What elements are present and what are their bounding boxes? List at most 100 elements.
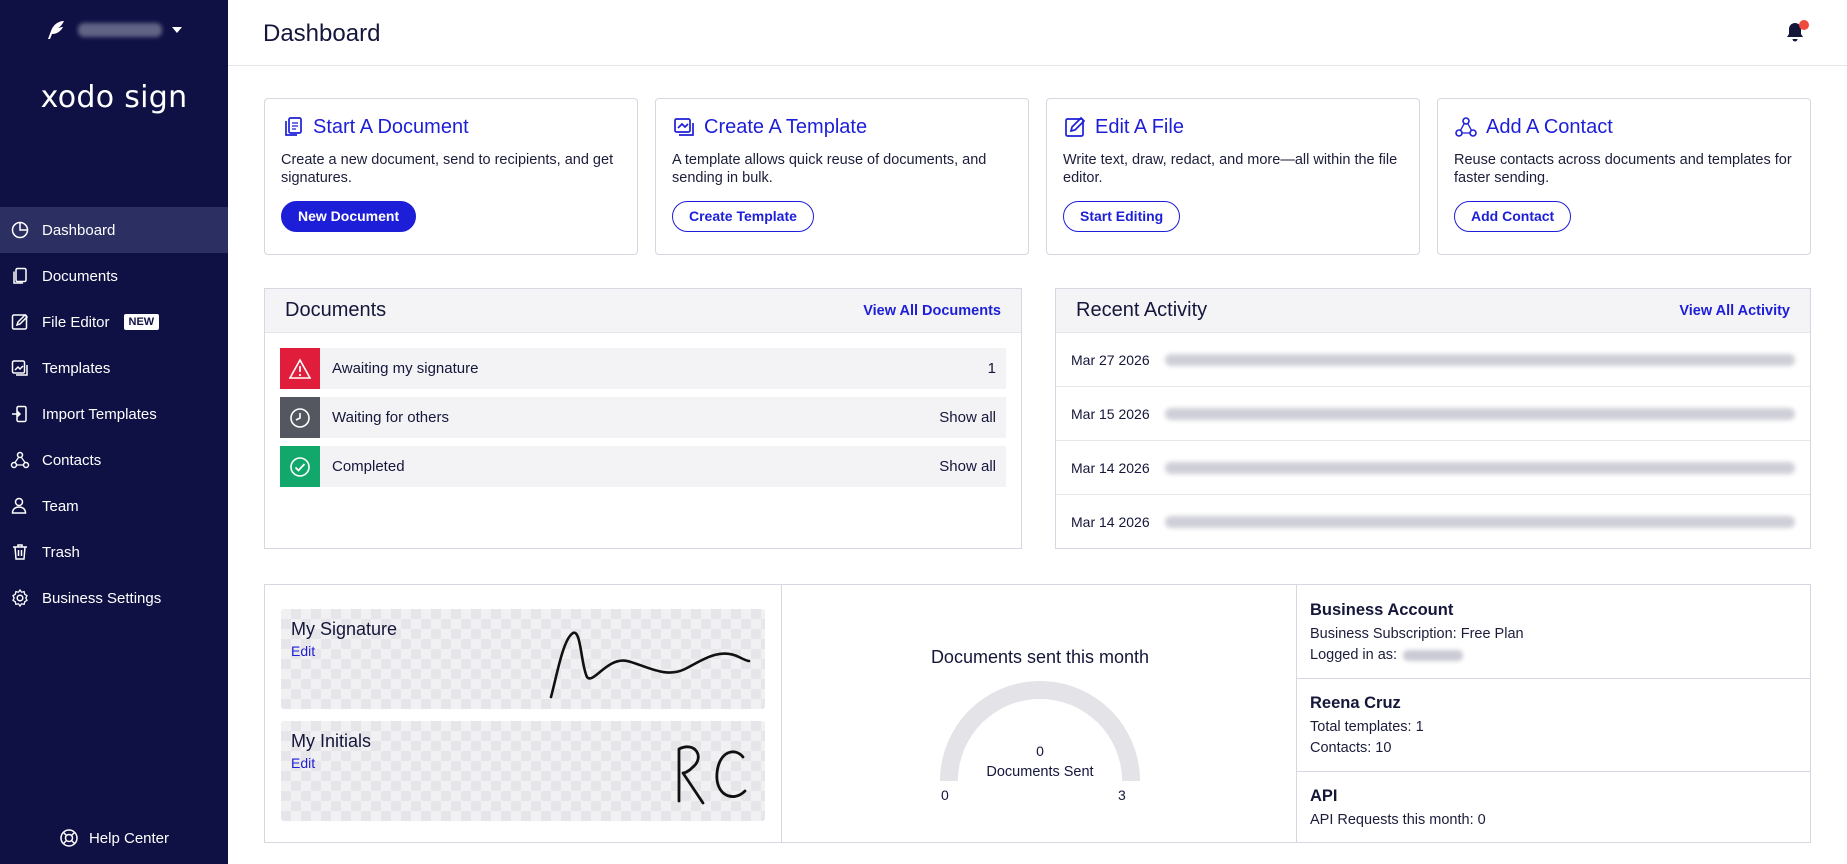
card-title: Start A Document: [313, 115, 469, 138]
check-circle-icon: [280, 446, 320, 487]
card-description: Reuse contacts across documents and temp…: [1454, 152, 1792, 186]
sidebar-item-label: Documents: [42, 267, 118, 285]
my-initials-box: My Initials Edit: [281, 721, 765, 821]
activity-row[interactable]: Mar 15 2026: [1056, 387, 1810, 441]
api-requests: API Requests this month: 0: [1310, 812, 1486, 828]
card-description: Write text, draw, redact, and more—all w…: [1063, 152, 1398, 186]
edit-file-icon: [11, 313, 29, 330]
section-divider: [1297, 678, 1811, 679]
api-section: API API Requests this month: 0: [1297, 787, 1811, 831]
api-title: API: [1310, 787, 1338, 805]
my-signature-box: My Signature Edit: [281, 609, 765, 709]
panel-title: Recent Activity: [1076, 299, 1208, 321]
gauge-label: Documents Sent: [986, 764, 1094, 780]
documents-row-waiting[interactable]: Waiting for others Show all: [280, 397, 1006, 438]
contacts-count: Contacts: 10: [1310, 740, 1392, 756]
signature-image: [549, 631, 751, 699]
activity-date: Mar 14 2026: [1071, 459, 1150, 476]
create-template-button[interactable]: Create Template: [672, 201, 814, 232]
start-editing-button[interactable]: Start Editing: [1063, 201, 1181, 232]
view-all-documents-link[interactable]: View All Documents: [863, 303, 1001, 319]
warning-icon: [280, 348, 320, 389]
sidebar-item-label: Templates: [42, 359, 111, 377]
lifebuoy-icon: [60, 829, 78, 847]
activity-description-redacted: [1165, 516, 1795, 528]
logged-in-label: Logged in as:: [1310, 647, 1398, 663]
sidebar-item-team[interactable]: Team: [0, 483, 228, 529]
activity-row[interactable]: Mar 27 2026: [1056, 333, 1810, 387]
sidebar-item-label: File Editor: [42, 313, 110, 331]
edit-file-card: Edit A File Write text, draw, redact, an…: [1046, 98, 1420, 255]
new-document-button[interactable]: New Document: [281, 201, 417, 232]
clock-icon: [280, 397, 320, 438]
contacts-icon: [10, 451, 30, 469]
logged-in-line: Logged in as:: [1310, 645, 1798, 666]
edit-initials-link[interactable]: Edit: [291, 755, 315, 771]
initials-title: My Initials: [291, 731, 372, 751]
business-account-title: Business Account: [1310, 601, 1454, 619]
sidebar-nav: Dashboard Documents File Editor NEW Temp…: [0, 207, 228, 621]
contacts-icon: [1455, 117, 1477, 137]
sidebar-item-label: Business Settings: [42, 589, 162, 607]
row-label: Waiting for others: [332, 409, 449, 426]
page-title: Dashboard: [263, 20, 381, 47]
user-section: Reena Cruz Total templates: 1 Contacts: …: [1297, 694, 1811, 759]
chevron-down-icon[interactable]: [172, 27, 182, 33]
trash-icon: [13, 544, 27, 560]
gauge-max-label: 3: [1118, 787, 1126, 803]
section-divider: [1297, 771, 1811, 772]
feather-icon: [48, 21, 64, 39]
activity-date: Mar 15 2026: [1071, 405, 1150, 422]
sidebar-item-dashboard[interactable]: Dashboard: [0, 207, 228, 253]
activity-description-redacted: [1165, 407, 1795, 420]
view-all-activity-link[interactable]: View All Activity: [1679, 303, 1790, 319]
activity-date: Mar 14 2026: [1071, 514, 1150, 530]
documents-row-completed[interactable]: Completed Show all: [280, 446, 1006, 487]
show-all-link[interactable]: Show all: [939, 409, 996, 426]
sidebar-item-label: Team: [42, 497, 79, 515]
activity-row[interactable]: Mar 14 2026: [1056, 441, 1810, 495]
brand-logo: xodo sign: [40, 80, 188, 115]
documents-icon: [285, 117, 302, 136]
start-document-card: Start A Document Create a new document, …: [264, 98, 638, 255]
templates-count: Total templates: 1: [1310, 719, 1424, 735]
documents-icon: [13, 267, 27, 284]
notification-dot: [1799, 20, 1809, 30]
import-icon: [12, 405, 27, 423]
sidebar-item-trash[interactable]: Trash: [0, 529, 228, 575]
gauge-value: 0: [1036, 743, 1044, 759]
edit-file-icon: [1065, 116, 1086, 137]
gauge-title: Documents sent this month: [930, 647, 1150, 667]
column-divider: [781, 585, 782, 842]
gear-icon: [12, 588, 28, 608]
team-icon: [11, 497, 27, 514]
account-switcher[interactable]: [44, 18, 182, 42]
subscription-text: Business Subscription: Free Plan: [1310, 626, 1524, 642]
sidebar-item-documents[interactable]: Documents: [0, 253, 228, 299]
show-all-link[interactable]: Show all: [939, 458, 996, 475]
sidebar-item-business-settings[interactable]: Business Settings: [0, 575, 228, 621]
sidebar-item-label: Dashboard: [42, 221, 116, 239]
activity-row[interactable]: Mar 14 2026: [1056, 495, 1810, 549]
add-contact-button[interactable]: Add Contact: [1454, 201, 1572, 232]
pie-chart-icon: [11, 221, 29, 239]
documents-row-awaiting[interactable]: Awaiting my signature 1: [280, 348, 1006, 389]
add-contact-card: Add A Contact Reuse contacts across docu…: [1437, 98, 1811, 255]
sidebar-item-templates[interactable]: Templates: [0, 345, 228, 391]
sidebar-item-label: Import Templates: [42, 405, 157, 423]
card-title: Edit A File: [1095, 115, 1184, 138]
recent-activity-panel: Recent Activity View All Activity Mar 27…: [1055, 288, 1811, 549]
activity-date: Mar 27 2026: [1071, 351, 1150, 368]
help-center-link[interactable]: Help Center: [0, 828, 228, 848]
sidebar: xodo sign Dashboard Documents File Edito…: [0, 0, 228, 864]
account-name: [78, 23, 162, 37]
sidebar-item-label: Contacts: [42, 451, 102, 469]
card-description: A template allows quick reuse of documen…: [672, 152, 987, 186]
activity-description-redacted: [1165, 353, 1795, 366]
row-label: Awaiting my signature: [332, 360, 479, 377]
sidebar-item-import-templates[interactable]: Import Templates: [0, 391, 228, 437]
edit-signature-link[interactable]: Edit: [291, 643, 315, 659]
documents-panel: Documents View All Documents Awaiting my…: [264, 288, 1022, 549]
sidebar-item-file-editor[interactable]: File Editor NEW: [0, 299, 228, 345]
sidebar-item-contacts[interactable]: Contacts: [0, 437, 228, 483]
